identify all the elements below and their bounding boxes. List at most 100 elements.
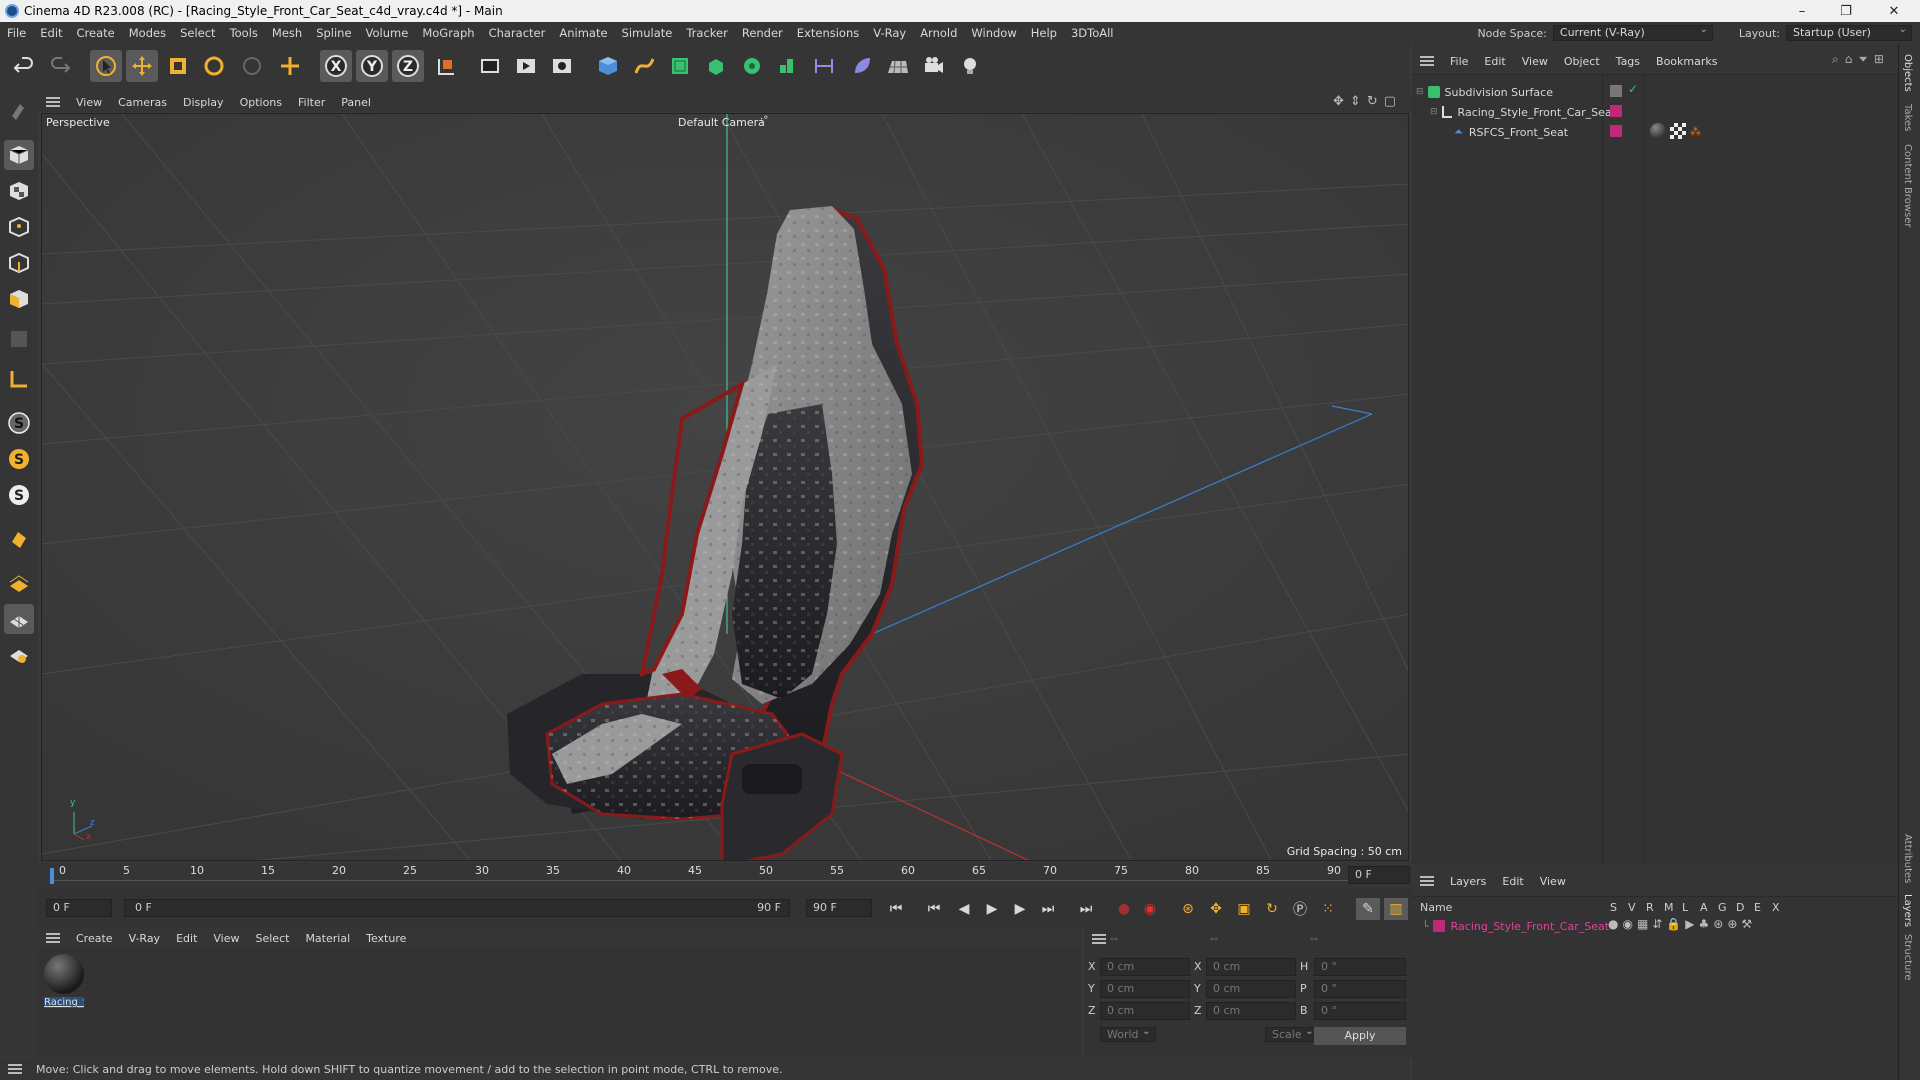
workplane-snap-button[interactable]: S — [4, 480, 34, 510]
material-menu-vray[interactable]: V-Ray — [121, 932, 169, 945]
viewport-menu-panel[interactable]: Panel — [333, 96, 379, 109]
menu-help[interactable]: Help — [1024, 26, 1064, 40]
side-tab-objects[interactable]: Objects — [1902, 54, 1913, 92]
coords-menu-icon[interactable] — [1092, 934, 1106, 944]
redo-button[interactable] — [44, 50, 76, 82]
viewport-menu-options[interactable]: Options — [232, 96, 290, 109]
object-row-subdivision-surface[interactable]: ⊟ Subdivision Surface — [1416, 83, 1553, 101]
go-to-start-icon[interactable]: ⏮ — [884, 898, 908, 920]
live-selection-tool-button[interactable] — [90, 50, 122, 82]
menu-spline[interactable]: Spline — [309, 26, 358, 40]
side-tab-structure[interactable]: Structure — [1902, 934, 1913, 981]
menu-animate[interactable]: Animate — [552, 26, 614, 40]
extrude-button[interactable] — [700, 50, 732, 82]
menu-render[interactable]: Render — [735, 26, 790, 40]
menu-create[interactable]: Create — [70, 26, 122, 40]
enabled-check-icon[interactable]: ✓ — [1628, 82, 1638, 96]
apply-button[interactable]: Apply — [1314, 1027, 1406, 1045]
3d-viewport[interactable]: Perspective Default Camera :° Grid Spaci… — [41, 113, 1409, 861]
material-tag-icon[interactable] — [1650, 123, 1666, 139]
viewport-menu-filter[interactable]: Filter — [290, 96, 333, 109]
layer-flag-icons[interactable]: ●◉▦⇵🔒▶♣⊛⊕⚒ — [1608, 917, 1756, 931]
end-frame-field[interactable]: 90 F — [806, 899, 872, 917]
menu-mograph[interactable]: MoGraph — [415, 26, 481, 40]
object-menu-file[interactable]: File — [1442, 55, 1476, 68]
menu-modes[interactable]: Modes — [122, 26, 173, 40]
next-key-icon[interactable]: ⏭ — [1036, 898, 1060, 920]
autokey-icon[interactable]: ◉ — [1138, 898, 1162, 920]
workplane-button[interactable] — [4, 568, 34, 598]
scale-tool-button[interactable] — [162, 50, 194, 82]
y-axis-lock-button[interactable]: Y — [356, 50, 388, 82]
previous-frame-icon[interactable]: ◀ — [952, 898, 976, 920]
place-tool-button[interactable] — [274, 50, 306, 82]
object-manager-tools-icons[interactable]: ⌕⌂⏷⊞ — [1832, 52, 1890, 67]
rotation-h-field[interactable]: 0 ° — [1314, 958, 1406, 976]
axis-mode-button[interactable] — [4, 364, 34, 394]
timeline-window-icon[interactable]: ▥ — [1384, 898, 1408, 920]
rotation-p-field[interactable]: 0 ° — [1314, 980, 1406, 998]
next-frame-icon[interactable]: ▶ — [1008, 898, 1032, 920]
coordinate-system-button[interactable] — [430, 50, 462, 82]
menu-select[interactable]: Select — [173, 26, 222, 40]
field-button[interactable] — [808, 50, 840, 82]
menu-mesh[interactable]: Mesh — [265, 26, 309, 40]
go-to-end-icon[interactable]: ⏭ — [1074, 898, 1098, 920]
layer-row[interactable]: └ Racing_Style_Front_Car_Seat — [1422, 917, 1609, 935]
keyframe-selection-icon[interactable]: ⊛ — [1176, 898, 1200, 920]
status-menu-icon[interactable] — [8, 1064, 22, 1074]
material-menu-create[interactable]: Create — [68, 932, 121, 945]
side-tab-content-browser[interactable]: Content Browser — [1902, 144, 1913, 227]
material-menu-texture[interactable]: Texture — [358, 932, 414, 945]
object-row-racing-seat[interactable]: ⊟ Racing_Style_Front_Car_Seat — [1430, 103, 1616, 121]
current-frame-field[interactable]: 0 F — [1348, 866, 1410, 884]
position-key-icon[interactable]: ✥ — [1204, 898, 1228, 920]
viewport-nav-icons[interactable]: ✥⇕↻▢ — [1333, 94, 1402, 109]
object-menu-edit[interactable]: Edit — [1476, 55, 1513, 68]
light-button[interactable] — [954, 50, 986, 82]
material-menu-icon[interactable] — [46, 933, 60, 943]
locked-workplane-button[interactable] — [4, 640, 34, 670]
deformer-button[interactable] — [772, 50, 804, 82]
viewport-menu-cameras[interactable]: Cameras — [110, 96, 175, 109]
visibility-toggle-icon[interactable] — [1610, 85, 1622, 97]
environment-button[interactable] — [846, 50, 878, 82]
playhead[interactable] — [50, 868, 54, 884]
side-tab-takes[interactable]: Takes — [1902, 104, 1913, 131]
menu-tracker[interactable]: Tracker — [679, 26, 735, 40]
object-row-front-seat[interactable]: ⏶ RSFCS_Front_Seat — [1454, 123, 1568, 141]
cloner-button[interactable] — [736, 50, 768, 82]
layer-tag-icon[interactable] — [1610, 105, 1622, 117]
snap-settings-button[interactable]: S — [4, 444, 34, 474]
material-menu-select[interactable]: Select — [248, 932, 298, 945]
side-tab-attributes[interactable]: Attributes — [1902, 834, 1913, 883]
point-level-key-icon[interactable]: ⁙ — [1316, 898, 1340, 920]
edges-mode-button[interactable] — [4, 248, 34, 278]
uvw-tag-icon[interactable] — [1670, 123, 1686, 139]
layer-menu-edit[interactable]: Edit — [1494, 875, 1531, 888]
object-menu-view[interactable]: View — [1514, 55, 1556, 68]
undo-button[interactable] — [8, 50, 40, 82]
menu-window[interactable]: Window — [964, 26, 1023, 40]
points-mode-button[interactable] — [4, 212, 34, 242]
menu-3dtoall[interactable]: 3DToAll — [1064, 26, 1121, 40]
object-menu-bookmarks[interactable]: Bookmarks — [1648, 55, 1725, 68]
menu-simulate[interactable]: Simulate — [615, 26, 680, 40]
camera-button[interactable] — [918, 50, 950, 82]
node-space-dropdown[interactable]: Current (V-Ray) — [1552, 23, 1713, 41]
tweak-mode-button[interactable] — [4, 524, 34, 554]
z-axis-lock-button[interactable]: Z — [392, 50, 424, 82]
texture-mode-button[interactable] — [4, 176, 34, 206]
object-menu-icon[interactable] — [1420, 56, 1434, 66]
size-y-field[interactable]: 0 cm — [1206, 980, 1296, 998]
viewport-camera-name[interactable]: Default Camera — [678, 116, 765, 129]
menu-edit[interactable]: Edit — [33, 26, 69, 40]
grid-workplane-button[interactable] — [4, 604, 34, 634]
render-to-picture-viewer-button[interactable] — [510, 50, 542, 82]
record-keys-icon[interactable]: ● — [1112, 898, 1136, 920]
rotation-b-field[interactable]: 0 ° — [1314, 1002, 1406, 1020]
close-button[interactable]: ✕ — [1872, 0, 1916, 22]
layer-menu-layers[interactable]: Layers — [1442, 875, 1494, 888]
transform-tool-button[interactable] — [236, 50, 268, 82]
model-mode-button[interactable] — [4, 140, 34, 170]
